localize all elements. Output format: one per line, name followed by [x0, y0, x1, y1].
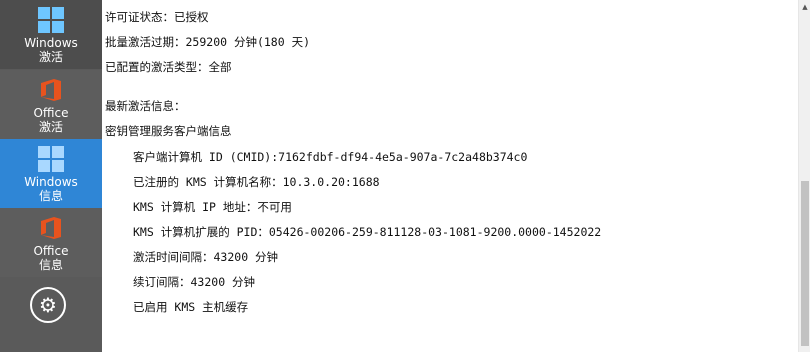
cmid-line: 客户端计算机 ID (CMID):7162fdbf-df94-4e5a-907a… [133, 150, 528, 164]
office-logo-icon [38, 77, 64, 103]
nav-label: Office 信息 [33, 244, 69, 272]
kms-pid-line: KMS 计算机扩展的 PID：05426-00206-259-811128-03… [133, 225, 602, 239]
activation-interval-line: 激活时间间隔：43200 分钟 [133, 250, 279, 264]
renewal-interval-line: 续订间隔：43200 分钟 [133, 275, 256, 289]
latest-info-heading: 最新激活信息： [105, 99, 186, 113]
kms-ip-line: KMS 计算机 IP 地址：不可用 [133, 200, 292, 214]
windows-logo-icon [38, 7, 64, 33]
scroll-up-arrow-icon[interactable]: ▲ [799, 0, 810, 14]
nav-office-info[interactable]: Office 信息 [0, 208, 102, 277]
nav-label: Windows 激活 [24, 36, 78, 64]
scroll-thumb[interactable] [801, 181, 809, 346]
registered-kms-line: 已注册的 KMS 计算机名称：10.3.0.20:1688 [133, 175, 380, 189]
nav-label: Office 激活 [33, 106, 69, 134]
settings-gear-button[interactable]: ⚙ [30, 287, 66, 323]
nav-label: Windows 信息 [24, 175, 78, 203]
license-status: 许可证状态：已授权 [105, 10, 209, 24]
sidebar: Windows 激活 Office 激活 Windows 信息 Office 信息 ⚙ [0, 0, 102, 352]
info-output-panel[interactable]: 许可证状态：已授权 批量激活过期：259200 分钟(180 天) 已配置的激活… [102, 0, 798, 352]
nav-windows-info[interactable]: Windows 信息 [0, 139, 102, 208]
nav-windows-activation[interactable]: Windows 激活 [0, 0, 102, 69]
kms-client-heading: 密钥管理服务客户端信息 [105, 124, 232, 138]
nav-office-activation[interactable]: Office 激活 [0, 70, 102, 139]
windows-logo-icon [38, 146, 64, 172]
office-logo-icon [38, 215, 64, 241]
activation-type: 已配置的激活类型：全部 [105, 60, 232, 74]
host-cache-line: 已启用 KMS 主机缓存 [133, 300, 249, 314]
gear-icon: ⚙ [39, 293, 57, 317]
volume-expiry: 批量激活过期：259200 分钟(180 天) [105, 35, 311, 49]
vertical-scrollbar[interactable]: ▲ [798, 0, 810, 352]
